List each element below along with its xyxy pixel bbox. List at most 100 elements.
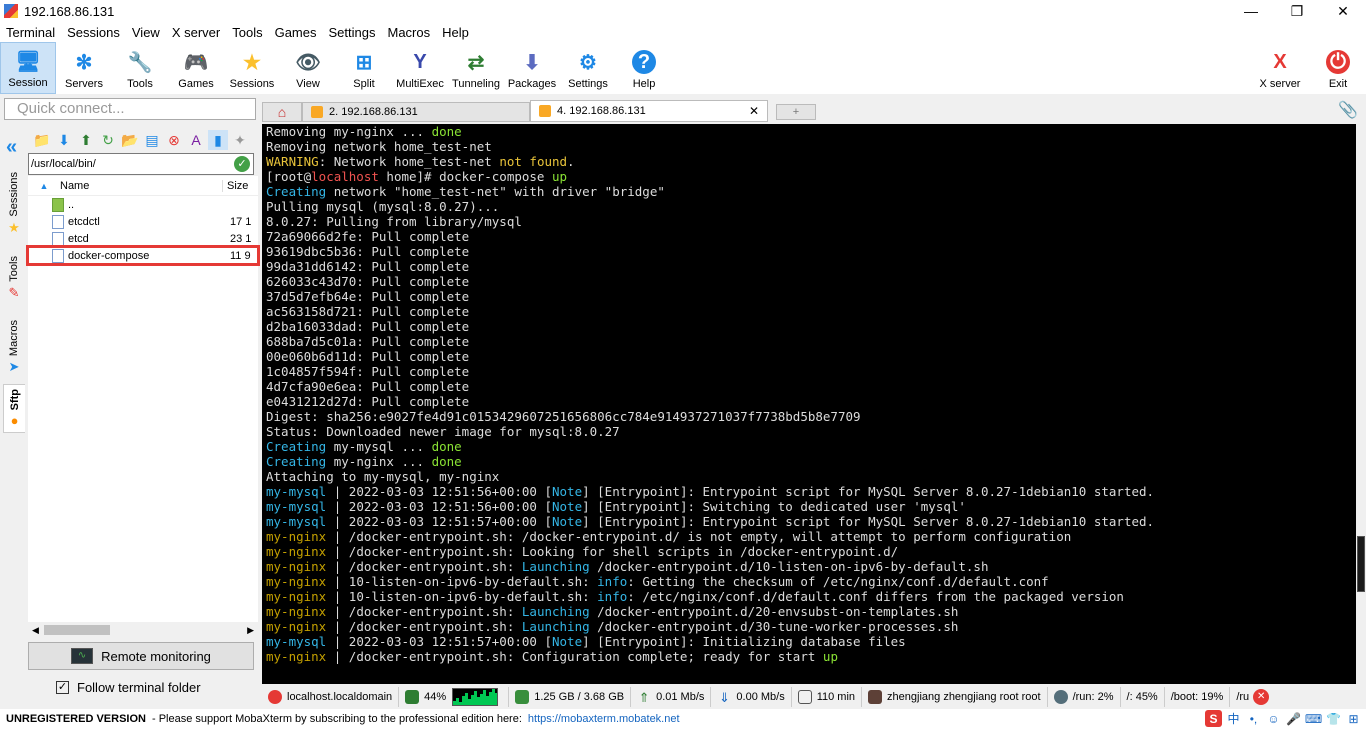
punctuation-icon[interactable]: •, [1245,710,1262,727]
sftp-toolbar: 📁 ⬇ ⬆ ↻ 📂 ▤ ⊗ A ▮ ✦ [28,128,250,152]
close-tab-icon[interactable]: ✕ [749,104,759,118]
terminal-line: my-nginx | /docker-entrypoint.sh: Launch… [262,559,1356,574]
toolbar-split-button[interactable]: ⊞ Split [336,42,392,94]
terminal-line: 37d5d7efb64e: Pull complete [262,289,1356,304]
terminal-text-segment: Launching [521,604,590,619]
new-file-icon[interactable]: ▤ [142,130,162,150]
toolbar-x-server-button[interactable]: XX server [1250,42,1310,94]
terminal-text-segment: my-nginx [266,619,327,634]
toolbar-sessions-button[interactable]: ★ Sessions [224,42,280,94]
folder-up-icon[interactable]: 📁 [32,130,52,150]
new-tab-button[interactable]: + [776,104,816,120]
tab-session-2[interactable]: 2. 192.168.86.131 [302,102,530,122]
mobaxterm-link[interactable]: https://mobaxterm.mobatek.net [528,713,680,725]
menu-terminal[interactable]: Terminal [0,25,61,40]
terminal-output[interactable]: Removing my-nginx ... done Removing netwo… [262,124,1356,684]
scroll-right-icon[interactable]: ▶ [247,625,254,636]
file-icon [52,214,64,229]
close-window-button[interactable]: ✕ [1320,0,1366,22]
rename-icon[interactable]: A [186,130,206,150]
scrollbar-thumb[interactable] [1357,536,1365,592]
clothes-icon[interactable]: 👕 [1325,710,1342,727]
menu-sessions[interactable]: Sessions [61,25,126,40]
side-tab-sessions[interactable]: Sessions ★ [3,172,25,235]
quick-connect-input[interactable]: Quick connect... [4,98,256,120]
chinese-input-icon[interactable]: 中 [1225,710,1242,727]
toolbar-session-button[interactable]: 🖥 Session [0,42,56,94]
file-row[interactable]: etcdctl 17 1 [28,213,258,230]
terminal-tab-icon [311,106,323,118]
terminal-text-segment: e0431212d27d: Pull complete [266,394,470,409]
sogou-ime-icon[interactable]: S [1205,710,1222,727]
file-row-highlighted[interactable]: docker-compose 11 9 [26,245,260,266]
microphone-icon[interactable]: 🎤 [1285,710,1302,727]
follow-terminal-folder-checkbox[interactable]: ✓ Follow terminal folder [56,680,201,695]
file-row-parent[interactable]: .. [28,196,258,213]
menu-macros[interactable]: Macros [381,25,436,40]
terminal-line: my-nginx | 10-listen-on-ipv6-by-default.… [262,574,1356,589]
menu-view[interactable]: View [126,25,166,40]
terminal-line: Status: Downloaded newer image for mysql… [262,424,1356,439]
restore-button[interactable]: ❐ [1274,0,1320,22]
download-icon[interactable]: ⬇ [54,130,74,150]
terminal-text-segment: : /etc/nginx/conf.d/default.conf differs… [627,589,1124,604]
menu-help[interactable]: Help [436,25,475,40]
terminal-text-segment: my-nginx [266,544,327,559]
minimize-button[interactable]: — [1228,0,1274,22]
view-icon: 👁 [295,51,321,74]
footer: UNREGISTERED VERSION - Please support Mo… [0,709,1366,729]
menu-tools[interactable]: Tools [226,25,268,40]
horizontal-scrollbar[interactable]: ◀ ▶ [28,622,258,638]
plus-icon: + [792,106,800,118]
terminal-tab-icon [539,105,551,117]
remote-monitoring-button[interactable]: ∿ Remote monitoring [28,642,254,670]
grid-icon[interactable]: ⊞ [1345,710,1362,727]
checkmark-icon[interactable]: ✓ [234,156,250,172]
emoji-icon[interactable]: ☺ [1265,710,1282,727]
delete-icon[interactable]: ⊗ [164,130,184,150]
toolbar-view-button[interactable]: 👁 View [280,42,336,94]
side-tab-tools[interactable]: Tools ✎ [3,256,25,300]
terminal-text-segment: Creating [266,184,327,199]
collapse-panel-icon[interactable]: « [6,136,17,159]
upload-icon[interactable]: ⬆ [76,130,96,150]
scrollbar-thumb[interactable] [44,625,110,635]
multiexec-icon: Y [413,50,427,73]
toolbar-games-button[interactable]: 🎮 Games [168,42,224,94]
side-tab-sftp[interactable]: Sftp ● [3,384,25,434]
file-row[interactable]: etcd 23 1 [28,230,258,247]
tab-session-4[interactable]: 4. 192.168.86.131 ✕ [530,100,768,122]
toolbar-help-button[interactable]: ? Help [616,42,672,94]
menu-settings[interactable]: Settings [323,25,382,40]
toolbar-multiexec-button[interactable]: Y MultiExec [392,42,448,94]
menu-games[interactable]: Games [269,25,323,40]
size-column-header[interactable]: Size [222,179,248,192]
terminal-text-segment: 4d7cfa90e6ea: Pull complete [266,379,470,394]
title-bar: 192.168.86.131 — ❐ ✕ [0,0,1366,22]
keyboard-icon[interactable]: ⌨ [1305,710,1322,727]
close-status-icon[interactable]: ✕ [1253,689,1270,705]
toolbar-packages-button[interactable]: ⬇ Packages [504,42,560,94]
sftp-path-field[interactable]: /usr/local/bin/ ✓ [28,153,254,175]
menu-x-server[interactable]: X server [166,25,226,40]
toolbar-servers-button[interactable]: ✻ Servers [56,42,112,94]
toolbar-tunneling-button[interactable]: ⇄ Tunneling [448,42,504,94]
scroll-left-icon[interactable]: ◀ [32,625,39,636]
terminal-line: 72a69066d2fe: Pull complete [262,229,1356,244]
name-column-header[interactable]: Name [52,180,222,192]
paperclip-icon[interactable]: 📎 [1338,100,1358,120]
toolbar-exit-button[interactable]: ⏻ Exit [1310,42,1366,94]
window-title: 192.168.86.131 [24,3,115,19]
toolbar-tools-button[interactable]: 🔧 Tools [112,42,168,94]
toggle-view-icon[interactable]: ▮ [208,130,228,150]
power-icon: ⏻ [1326,50,1350,74]
new-folder-icon[interactable]: 📂 [120,130,140,150]
terminal-text-segment: up [551,169,568,184]
toolbar-settings-button[interactable]: ⚙ Settings [560,42,616,94]
side-tab-macros[interactable]: Macros ➤ [3,320,25,374]
home-tab[interactable]: ⌂ [262,102,302,122]
terminal-text-segment: Removing network home_test-net [266,139,492,154]
refresh-icon[interactable]: ↻ [98,130,118,150]
wand-icon[interactable]: ✦ [230,130,250,150]
terminal-scrollbar[interactable] [1356,124,1366,684]
